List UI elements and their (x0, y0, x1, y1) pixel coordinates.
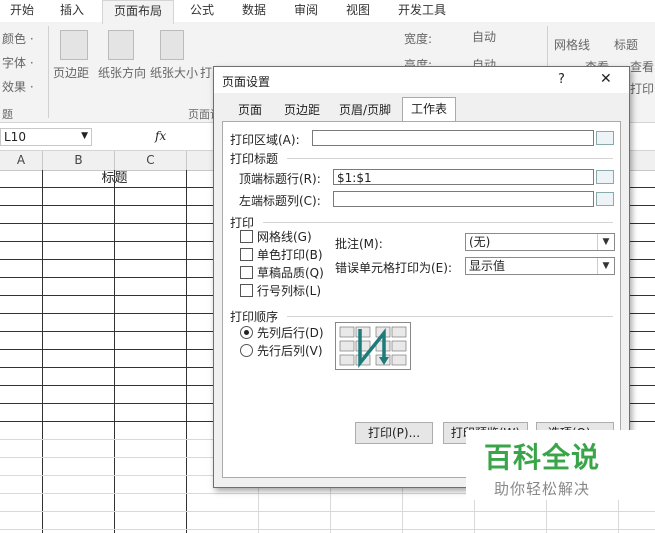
margins-icon (60, 30, 88, 60)
grid-column-line (114, 170, 115, 533)
theme-effects[interactable]: 效果 · (2, 78, 34, 95)
top-rows-collapse-icon[interactable] (596, 170, 614, 184)
tab-margins[interactable]: 页边距 (278, 99, 326, 121)
headings-group-label: 标题 (614, 38, 639, 52)
close-button[interactable]: ✕ (600, 71, 612, 87)
watermark-logo: 百科全说 助你轻松解决 (466, 430, 655, 500)
grid-row-line (0, 511, 655, 512)
print-titles-header: 打印标题 (230, 152, 279, 166)
down-then-over-radio[interactable] (240, 326, 253, 339)
column-header-a[interactable]: A (0, 151, 43, 170)
gridlines-group-label: 网格线 (554, 38, 591, 52)
print-header: 打印 (230, 216, 255, 230)
print-area-collapse-icon[interactable] (596, 131, 614, 145)
watermark-title: 百科全说 (484, 441, 601, 474)
tab-page[interactable]: 页面 (224, 99, 276, 121)
cell-errors-label: 错误单元格打印为(E): (335, 261, 452, 275)
size-button[interactable]: 纸张大小 (150, 64, 198, 81)
tab-data[interactable]: 数据 (232, 0, 276, 22)
width-label: 宽度: (404, 32, 433, 46)
tab-header-footer[interactable]: 页眉/页脚 (330, 99, 400, 121)
print-area-button[interactable]: 打 (200, 64, 212, 81)
left-cols-field[interactable] (333, 191, 594, 207)
gridlines-label: 网格线(G) (257, 230, 312, 244)
headings-view-checkbox[interactable]: 查看 (630, 58, 654, 75)
row-col-headings-label: 行号列标(L) (257, 284, 322, 298)
tab-view[interactable]: 视图 (336, 0, 380, 22)
cell-errors-value: 显示值 (469, 259, 506, 273)
orientation-button[interactable]: 纸张方向 (98, 64, 146, 81)
dialog-titlebar: 页面设置 ? ✕ (214, 67, 629, 93)
name-box-value: L10 (4, 130, 26, 144)
down-then-over-label: 先列后行(D) (257, 326, 324, 340)
column-header-d[interactable] (187, 151, 214, 170)
dialog-title: 页面设置 (222, 75, 271, 89)
print-button[interactable]: 打印(P)... (355, 422, 433, 444)
grid-column-line (186, 170, 187, 533)
top-rows-label: 顶端标题行(R): (239, 172, 321, 186)
group-label-themes: 题 (2, 108, 13, 121)
left-cols-collapse-icon[interactable] (596, 192, 614, 206)
grid-column-line (42, 170, 43, 533)
over-then-down-label: 先行后列(V) (257, 344, 323, 358)
chevron-down-icon[interactable]: ▼ (597, 258, 614, 274)
cell-errors-select[interactable]: 显示值 ▼ (465, 257, 615, 275)
name-box[interactable]: L10 ▼ (0, 128, 92, 146)
chevron-down-icon[interactable]: ▼ (81, 131, 88, 141)
size-icon (160, 30, 184, 60)
column-header-c[interactable]: C (115, 151, 187, 170)
black-white-checkbox[interactable] (240, 248, 253, 261)
print-area-field[interactable] (312, 130, 594, 146)
tab-page-layout[interactable]: 页面布局 (102, 0, 174, 24)
page-setup-dialog: 页面设置 ? ✕ 页面 页边距 页眉/页脚 工作表 打印区域(A): 打印标题 … (213, 66, 630, 488)
fx-icon[interactable]: fx (155, 129, 166, 143)
margins-button[interactable]: 页边距 (53, 64, 89, 81)
comments-select[interactable]: (无) ▼ (465, 233, 615, 251)
column-header-b[interactable]: B (43, 151, 115, 170)
theme-colors[interactable]: 颜色 · (2, 30, 34, 47)
theme-fonts[interactable]: 字体 · (2, 54, 34, 71)
headings-print-checkbox[interactable]: 打印 (630, 80, 654, 97)
tab-developer[interactable]: 开发工具 (390, 0, 454, 22)
watermark-subtitle: 助你轻松解决 (494, 480, 591, 498)
tab-home[interactable]: 开始 (0, 0, 44, 22)
ribbon-tab-bar: 开始 插入 页面布局 公式 数据 审阅 视图 开发工具 (0, 0, 655, 24)
draft-quality-label: 草稿品质(Q) (257, 266, 324, 280)
tab-sheet[interactable]: 工作表 (402, 97, 456, 123)
black-white-label: 单色打印(B) (257, 248, 323, 262)
draft-quality-checkbox[interactable] (240, 266, 253, 279)
row-col-headings-checkbox[interactable] (240, 284, 253, 297)
left-cols-label: 左端标题列(C): (239, 194, 321, 208)
width-select[interactable]: 自动 (472, 28, 496, 45)
top-rows-field[interactable]: $1:$1 (333, 169, 594, 185)
print-area-label: 打印区域(A): (230, 133, 300, 147)
over-then-down-radio[interactable] (240, 344, 253, 357)
tab-review[interactable]: 审阅 (284, 0, 328, 22)
help-button[interactable]: ? (558, 72, 565, 87)
page-order-header: 打印顺序 (230, 310, 279, 324)
comments-value: (无) (469, 235, 491, 249)
orientation-icon (108, 30, 134, 60)
tab-formulas[interactable]: 公式 (180, 0, 224, 22)
chevron-down-icon[interactable]: ▼ (597, 234, 614, 250)
comments-label: 批注(M): (335, 237, 383, 251)
gridlines-checkbox[interactable] (240, 230, 253, 243)
grid-row-line (0, 529, 655, 530)
tab-insert[interactable]: 插入 (50, 0, 94, 22)
page-order-preview-icon (335, 322, 411, 370)
